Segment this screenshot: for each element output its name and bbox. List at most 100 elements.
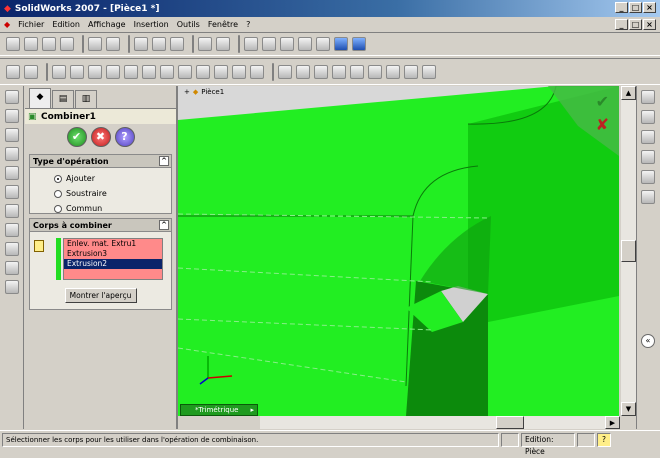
redo-icon[interactable] bbox=[106, 37, 120, 51]
move-icon[interactable] bbox=[404, 64, 418, 79]
search-icon[interactable] bbox=[641, 150, 655, 164]
tool-icon[interactable] bbox=[5, 128, 19, 142]
tab-feature-tree[interactable]: ◆ bbox=[29, 88, 51, 108]
new-icon[interactable] bbox=[6, 37, 20, 51]
scroll-right-button[interactable]: ▶ bbox=[605, 416, 620, 429]
radio-commun[interactable]: Commun bbox=[30, 201, 171, 216]
curve-icon[interactable] bbox=[350, 64, 364, 79]
bodies-header[interactable]: Corps à combiner ^ bbox=[30, 219, 171, 232]
help-icon[interactable]: ? bbox=[114, 127, 135, 147]
save-icon[interactable] bbox=[42, 37, 56, 51]
tab-property-manager[interactable]: ▤ bbox=[52, 90, 74, 108]
view-tab[interactable]: *Trimétrique ▸ bbox=[180, 404, 258, 416]
scroll-up-button[interactable]: ▲ bbox=[621, 86, 636, 100]
menu-edition[interactable]: Edition bbox=[48, 20, 84, 29]
tool-icon[interactable] bbox=[5, 147, 19, 161]
vertical-scrollbar[interactable]: ▲ ▼ bbox=[621, 86, 636, 416]
sweep-icon[interactable] bbox=[88, 64, 102, 79]
tool-icon[interactable] bbox=[5, 204, 19, 218]
bodies-list[interactable]: Enlev. mat. Extru1 Extrusion3 Extrusion2 bbox=[63, 238, 163, 280]
print-icon[interactable] bbox=[60, 37, 74, 51]
plane-icon[interactable] bbox=[278, 64, 292, 79]
pan-icon[interactable] bbox=[316, 37, 330, 51]
surface-icon[interactable] bbox=[368, 64, 382, 79]
resources-icon[interactable] bbox=[641, 90, 655, 104]
zoom-fit-icon[interactable] bbox=[244, 37, 258, 51]
help-icon[interactable]: ? bbox=[597, 433, 611, 447]
horizontal-scrollbar[interactable]: ▶ bbox=[260, 416, 620, 429]
shell-icon[interactable] bbox=[178, 64, 192, 79]
radio-button[interactable] bbox=[54, 174, 62, 183]
feature-tree-flyout[interactable]: + ◆ Pièce1 bbox=[184, 88, 224, 96]
collapse-icon[interactable]: ^ bbox=[159, 156, 169, 166]
tab-configuration[interactable]: ▥ bbox=[75, 90, 97, 108]
design-library-icon[interactable] bbox=[641, 110, 655, 124]
radio-soustraire[interactable]: Soustraire bbox=[30, 186, 171, 201]
cancel-x-icon[interactable]: ✖ bbox=[90, 127, 111, 147]
options-icon[interactable] bbox=[170, 37, 184, 51]
draft-icon[interactable] bbox=[196, 64, 210, 79]
model-view[interactable] bbox=[178, 86, 619, 416]
extrude-icon[interactable] bbox=[52, 64, 66, 79]
tool-icon[interactable] bbox=[5, 185, 19, 199]
list-item[interactable]: Extrusion2 bbox=[64, 259, 162, 269]
revolve-icon[interactable] bbox=[70, 64, 84, 79]
menu-outils[interactable]: Outils bbox=[173, 20, 204, 29]
radio-ajouter[interactable]: Ajouter bbox=[30, 171, 171, 186]
tool-icon[interactable] bbox=[5, 261, 19, 275]
undo-icon[interactable] bbox=[88, 37, 102, 51]
list-item[interactable]: Enlev. mat. Extru1 bbox=[64, 239, 162, 249]
expand-arrow-icon[interactable]: + bbox=[184, 88, 190, 96]
radio-button[interactable] bbox=[54, 189, 62, 198]
combine-icon[interactable] bbox=[422, 64, 436, 79]
zoom-area-icon[interactable] bbox=[262, 37, 276, 51]
mirror-icon[interactable] bbox=[250, 64, 264, 79]
maximize-button[interactable]: □ bbox=[629, 2, 642, 13]
cancel-x-icon[interactable]: ✘ bbox=[569, 115, 609, 134]
menu-affichage[interactable]: Affichage bbox=[84, 20, 130, 29]
menu-insertion[interactable]: Insertion bbox=[130, 20, 173, 29]
tool-icon[interactable] bbox=[5, 280, 19, 294]
doc-minimize-button[interactable]: _ bbox=[615, 19, 628, 30]
close-button[interactable]: × bbox=[643, 2, 656, 13]
scroll-thumb[interactable] bbox=[621, 240, 636, 262]
zoom-icon[interactable] bbox=[280, 37, 294, 51]
help-icon[interactable] bbox=[216, 37, 230, 51]
menu-fichier[interactable]: Fichier bbox=[14, 20, 48, 29]
hole-icon[interactable] bbox=[214, 64, 228, 79]
scroll-thumb[interactable] bbox=[496, 416, 524, 429]
rib-icon[interactable] bbox=[160, 64, 174, 79]
view-orientation-icon[interactable] bbox=[334, 37, 348, 51]
menu-help[interactable]: ? bbox=[242, 20, 254, 29]
tool-icon[interactable] bbox=[5, 166, 19, 180]
split-icon[interactable] bbox=[386, 64, 400, 79]
radio-button[interactable] bbox=[54, 204, 62, 213]
select-icon[interactable] bbox=[134, 37, 148, 51]
scroll-down-button[interactable]: ▼ bbox=[621, 402, 636, 416]
minimize-button[interactable]: _ bbox=[615, 2, 628, 13]
menu-fenetre[interactable]: Fenêtre bbox=[204, 20, 242, 29]
axis-icon[interactable] bbox=[296, 64, 310, 79]
ok-check-icon[interactable]: ✔ bbox=[66, 127, 87, 147]
tool-icon[interactable] bbox=[5, 109, 19, 123]
smart-dimension-icon[interactable] bbox=[24, 64, 38, 79]
graphics-viewport[interactable]: ✔ ✘ + ◆ Pièce1 *Trimétrique ▸ bbox=[178, 86, 619, 416]
doc-close-button[interactable]: × bbox=[643, 19, 656, 30]
doc-restore-button[interactable]: □ bbox=[629, 19, 642, 30]
fillet-icon[interactable] bbox=[124, 64, 138, 79]
ok-check-icon[interactable]: ✔ bbox=[569, 92, 609, 111]
operation-type-header[interactable]: Type d'opération ^ bbox=[30, 155, 171, 168]
view-palette-icon[interactable] bbox=[641, 170, 655, 184]
expand-pane-icon[interactable]: « bbox=[641, 334, 655, 348]
chevron-down-icon[interactable]: ▸ bbox=[250, 405, 254, 415]
loft-icon[interactable] bbox=[106, 64, 120, 79]
open-icon[interactable] bbox=[24, 37, 38, 51]
point-icon[interactable] bbox=[314, 64, 328, 79]
collapse-icon[interactable]: ^ bbox=[159, 220, 169, 230]
list-item[interactable]: Extrusion3 bbox=[64, 249, 162, 259]
rebuild-icon[interactable] bbox=[152, 37, 166, 51]
preview-button[interactable]: Montrer l'aperçu bbox=[64, 288, 137, 303]
appearance-icon[interactable] bbox=[641, 190, 655, 204]
coordinate-icon[interactable] bbox=[332, 64, 346, 79]
rotate-icon[interactable] bbox=[298, 37, 312, 51]
